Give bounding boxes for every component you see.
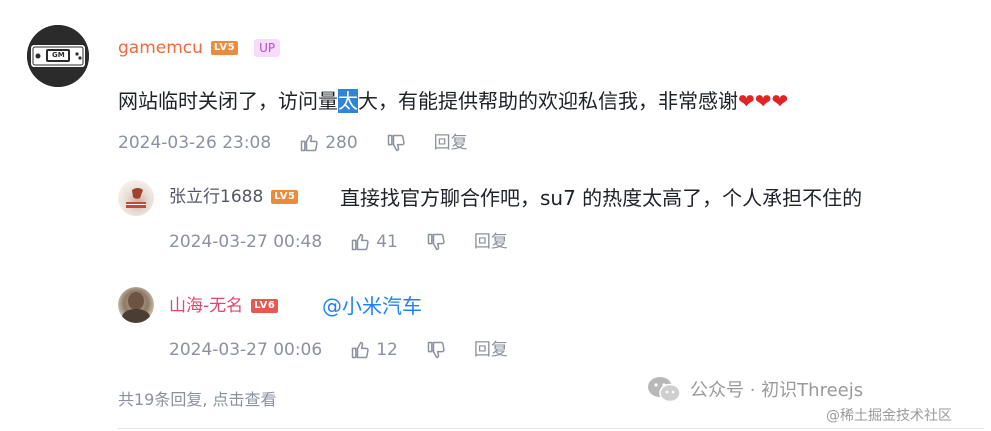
level-badge: LV6: [251, 299, 279, 313]
dislike-button[interactable]: [426, 340, 446, 360]
reply-button[interactable]: 回复: [434, 133, 468, 153]
dislike-button[interactable]: [386, 133, 406, 153]
mention-link[interactable]: @小米汽车: [322, 293, 422, 319]
reply-header: 山海-无名 LV6: [169, 296, 279, 316]
like-count: 41: [376, 232, 398, 252]
reply-header: 张立行1688 LV5: [169, 187, 299, 207]
watermark-text: 公众号 · 初识Threejs: [690, 380, 864, 401]
comment-meta: 2024-03-26 23:08 280 回复: [118, 133, 468, 153]
comment-text-part: 大，有能提供帮助的欢迎私信我，非常感谢: [358, 89, 738, 113]
thumbs-up-icon: [351, 233, 369, 251]
like-count: 280: [325, 133, 358, 153]
comment-header: gamemcu LV5 UP: [118, 38, 281, 58]
heart-emoji: ❤❤❤: [738, 89, 789, 113]
like-count: 12: [376, 340, 398, 360]
comment-text: 网站临时关闭了，访问量太大，有能提供帮助的欢迎私信我，非常感谢❤❤❤: [118, 88, 788, 114]
avatar[interactable]: [118, 287, 154, 323]
wechat-logo-icon: [648, 377, 681, 403]
thumbs-down-icon: [427, 233, 445, 251]
thumbs-up-icon: [351, 341, 369, 359]
reply-button[interactable]: 回复: [474, 232, 508, 252]
level-badge: LV5: [271, 190, 299, 204]
up-badge: UP: [254, 39, 281, 57]
avatar[interactable]: GM: [27, 25, 89, 87]
timestamp: 2024-03-27 00:06: [169, 340, 323, 360]
avatar-label: GM: [52, 51, 65, 59]
site-watermark: @稀土掘金技术社区: [826, 408, 952, 424]
avatar[interactable]: [118, 180, 154, 216]
comment-text-part: 网站临时关闭了，访问量: [118, 89, 338, 113]
dislike-button[interactable]: [426, 232, 446, 252]
username[interactable]: gamemcu: [118, 38, 203, 58]
reply-meta: 2024-03-27 00:06 12 回复: [169, 340, 508, 360]
avatar-image: [122, 292, 150, 323]
reply-text: 直接找官方聊合作吧，su7 的热度太高了，个人承担不住的: [340, 186, 863, 210]
timestamp: 2024-03-26 23:08: [118, 133, 272, 153]
avatar-image: [126, 188, 146, 208]
selected-text: 太: [338, 89, 358, 113]
thumbs-up-icon: [300, 134, 318, 152]
view-more-replies-link[interactable]: 共19条回复, 点击查看: [118, 386, 277, 410]
level-badge: LV5: [210, 41, 239, 55]
thumbs-down-icon: [427, 341, 445, 359]
like-button[interactable]: 12: [350, 340, 398, 360]
like-button[interactable]: 41: [350, 232, 398, 252]
reply-meta: 2024-03-27 00:48 41 回复: [169, 232, 508, 252]
username[interactable]: 张立行1688: [169, 187, 263, 207]
like-button[interactable]: 280: [299, 133, 358, 153]
thumbs-down-icon: [387, 134, 405, 152]
watermark: 公众号 · 初识Threejs: [646, 374, 863, 404]
divider: [118, 428, 984, 429]
reply-button[interactable]: 回复: [474, 340, 508, 360]
username[interactable]: 山海-无名: [169, 296, 243, 316]
timestamp: 2024-03-27 00:48: [169, 232, 323, 252]
